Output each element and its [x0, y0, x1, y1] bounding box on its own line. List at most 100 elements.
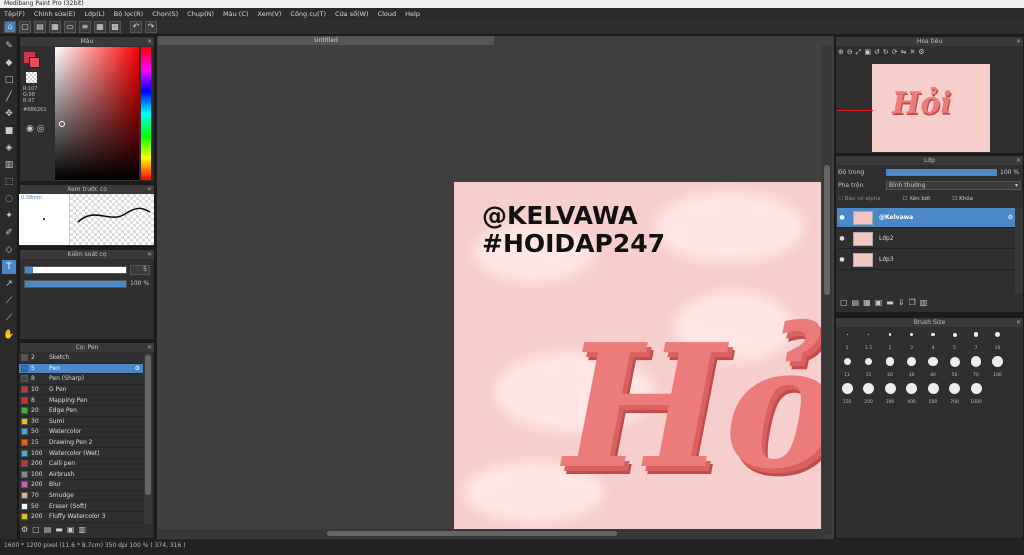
close-icon[interactable]: ✕: [147, 185, 152, 194]
menu-window[interactable]: Cửa sổ(W): [335, 10, 369, 18]
document-tab[interactable]: Untitled: [158, 36, 494, 45]
menu-snap[interactable]: Chụp(N): [187, 10, 214, 18]
transparent-swatch[interactable]: [26, 72, 37, 83]
close-icon[interactable]: ✕: [147, 37, 152, 46]
brush-list-item[interactable]: 15 Drawing Pen 2: [19, 438, 143, 449]
snap-off-icon[interactable]: ▭: [64, 20, 76, 33]
trash-icon[interactable]: ▥: [920, 298, 928, 307]
save-icon[interactable]: ▦: [49, 20, 61, 33]
menu-select[interactable]: Chọn(S): [152, 10, 178, 18]
navigator-thumbnail[interactable]: Hỏi: [872, 64, 990, 152]
rotate-reset-icon[interactable]: ⟳: [892, 48, 898, 57]
lock-checkbox[interactable]: ☐ Khóa: [952, 196, 973, 202]
brush-list-item[interactable]: 2 Sketch: [19, 353, 143, 364]
saturation-value-picker[interactable]: [55, 47, 139, 180]
layer-row[interactable]: ● Lớp2: [837, 229, 1015, 249]
close-icon[interactable]: ✕: [1016, 318, 1021, 327]
eyedropper2-tool-icon[interactable]: ⟋: [2, 311, 16, 325]
eye-icon[interactable]: ●: [837, 256, 847, 263]
brush-menu-icon[interactable]: ▤: [44, 525, 52, 534]
brush-size-cell[interactable]: 4: [923, 327, 943, 352]
text-tool-icon[interactable]: T: [2, 260, 16, 274]
gear-icon[interactable]: ⚙: [1008, 214, 1013, 221]
zoom-in-icon[interactable]: ⊕: [838, 48, 844, 57]
layer-row[interactable]: ● Lớp3: [837, 250, 1015, 270]
menu-file[interactable]: Tệp(F): [4, 10, 25, 18]
new-halftone-layer-icon[interactable]: ▤: [852, 298, 860, 307]
canvas-horizontal-scrollbar[interactable]: [157, 529, 822, 538]
color-cursor[interactable]: [59, 121, 65, 127]
brush-list-item[interactable]: 200 Blur: [19, 480, 143, 491]
brush-list-item[interactable]: 70 Smudge: [19, 491, 143, 502]
brush-size-cell[interactable]: 2: [880, 327, 900, 352]
new-layer-menu-icon[interactable]: ▣: [875, 298, 883, 307]
brush-list-item[interactable]: 100 Watercolor (Wet): [19, 448, 143, 459]
fill-rect-icon[interactable]: ■: [2, 124, 16, 138]
brush-list-item[interactable]: 20 Edge Pen: [19, 406, 143, 417]
eraser-tool-icon[interactable]: ◆: [2, 56, 16, 70]
brush-size-cell[interactable]: 50: [945, 354, 965, 379]
close-icon[interactable]: ✕: [1016, 156, 1021, 165]
brush-size-cell[interactable]: 30: [902, 354, 922, 379]
close-icon[interactable]: ✕: [147, 343, 152, 352]
select-pen-icon[interactable]: ✐: [2, 226, 16, 240]
folder-icon[interactable]: ▬: [55, 525, 63, 534]
new-8bit-layer-icon[interactable]: ▦: [863, 298, 871, 307]
brush-list-item[interactable]: 8 Pen (Sharp): [19, 374, 143, 385]
brush-list-scrollbar[interactable]: [144, 353, 152, 524]
brush-size-cell[interactable]: 300: [880, 381, 900, 406]
brush-list-item[interactable]: 100 Airbrush: [19, 470, 143, 481]
brush-size-cell[interactable]: 100: [988, 354, 1008, 379]
grid-icon[interactable]: ▦: [94, 20, 106, 33]
brush-list-item[interactable]: 50 Watercolor: [19, 427, 143, 438]
snap-parallel-icon[interactable]: ≡: [79, 20, 91, 33]
perspective-icon[interactable]: ▩: [109, 20, 121, 33]
artwork-canvas[interactable]: @KELVAWA #HOIDAP247 Hỏi: [454, 182, 821, 529]
copy-icon[interactable]: ▣: [67, 525, 75, 534]
shape-tool-icon[interactable]: □: [2, 73, 16, 87]
eye-icon[interactable]: ●: [837, 214, 847, 221]
select-rect-icon[interactable]: ⬚: [2, 175, 16, 189]
actual-size-icon[interactable]: ▣: [864, 48, 871, 57]
zoom-out-icon[interactable]: ⊖: [847, 48, 853, 57]
brush-opacity-slider[interactable]: [24, 280, 127, 288]
add-brush-icon[interactable]: ▢: [32, 525, 40, 534]
new-file-icon[interactable]: ▢: [19, 20, 31, 33]
brush-size-cell[interactable]: 1: [837, 327, 857, 352]
layer-scrollbar[interactable]: [1015, 208, 1023, 293]
brush-size-cell[interactable]: 10: [988, 327, 1008, 352]
blend-mode-select[interactable]: Bình thường ▾: [886, 181, 1021, 190]
reset-icon[interactable]: ✕: [909, 48, 915, 57]
redo-icon[interactable]: ↷: [145, 20, 157, 33]
clipping-checkbox[interactable]: ☐ Xén bớt: [903, 196, 931, 202]
menu-help[interactable]: Help: [405, 10, 420, 18]
brush-list-item[interactable]: 200 Calli pen: [19, 459, 143, 470]
brush-size-cell[interactable]: 3: [902, 327, 922, 352]
brush-size-cell[interactable]: 5: [945, 327, 965, 352]
magic-wand-icon[interactable]: ✦: [2, 209, 16, 223]
menu-filter[interactable]: Bộ lọc(R): [114, 10, 143, 18]
open-file-icon[interactable]: ▤: [34, 20, 46, 33]
menu-view[interactable]: Xem(V): [257, 10, 281, 18]
gradient-tool-icon[interactable]: ▥: [2, 158, 16, 172]
brush-list-item[interactable]: 50 Eraser (Soft): [19, 501, 143, 512]
gear-icon[interactable]: ⚙: [135, 365, 140, 372]
fit-icon[interactable]: ⤢: [856, 48, 862, 57]
eye-icon[interactable]: ●: [837, 235, 847, 242]
brush-size-cell[interactable]: 40: [923, 354, 943, 379]
layer-opacity-slider[interactable]: [886, 169, 997, 176]
home-icon[interactable]: ⌂: [4, 20, 16, 33]
menu-color[interactable]: Màu (C): [223, 10, 248, 18]
hue-slider[interactable]: [141, 47, 151, 180]
flip-icon[interactable]: ⇋: [901, 48, 907, 57]
canvas-vertical-scrollbar[interactable]: [822, 45, 832, 535]
color-bar-icon[interactable]: ◎: [37, 124, 45, 134]
menu-tools[interactable]: Công cụ(T): [290, 10, 326, 18]
eyedropper-tool-icon[interactable]: ⟋: [2, 294, 16, 308]
brush-size-cell[interactable]: 700: [945, 381, 965, 406]
gear-icon[interactable]: ⚙: [21, 525, 28, 534]
line-tool-icon[interactable]: ╱: [2, 90, 16, 104]
brush-tool-icon[interactable]: ✎: [2, 39, 16, 53]
folder-icon[interactable]: ▬: [886, 298, 894, 307]
duplicate-icon[interactable]: ❐: [909, 298, 916, 307]
